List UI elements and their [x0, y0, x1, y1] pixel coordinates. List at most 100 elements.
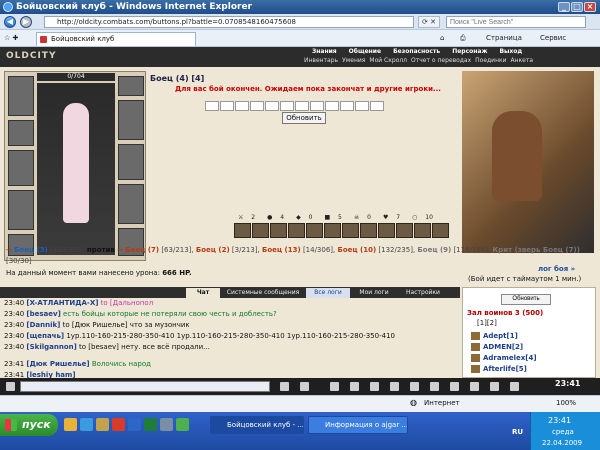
tab-all-logs[interactable]: Все логи: [306, 288, 350, 298]
right-fighter[interactable]: Крит (зверь Боец (7)): [492, 246, 579, 254]
music-icon[interactable]: [410, 382, 419, 391]
right-fighter[interactable]: Боец (2): [196, 246, 230, 254]
weapon-slot[interactable]: [8, 150, 34, 186]
url-input[interactable]: [44, 16, 414, 28]
chat-input[interactable]: [20, 381, 270, 392]
player-name[interactable]: Adept[1]: [483, 332, 518, 340]
private-icon[interactable]: [430, 382, 439, 391]
ie-quicklaunch-icon[interactable]: [80, 418, 93, 431]
filter-icon[interactable]: [370, 382, 379, 391]
chat-nick[interactable]: [Skilgannon]: [26, 343, 76, 351]
task-info[interactable]: Информация о ajgar ...: [308, 416, 408, 434]
smile-icon[interactable]: [330, 382, 339, 391]
home-icon[interactable]: ⌂: [440, 33, 444, 44]
battle-log-link[interactable]: лог боя »: [538, 265, 575, 273]
send-icon[interactable]: [280, 382, 289, 391]
chat-nick[interactable]: [X-АТЛАНТИДА-X]: [26, 299, 98, 307]
skill-icon[interactable]: [432, 223, 449, 238]
submenu-item[interactable]: Отчет о переводах: [411, 57, 471, 64]
offhand-slot[interactable]: [118, 144, 144, 180]
player-entry[interactable]: ADMEN[2]: [471, 343, 523, 351]
skill-icon[interactable]: [360, 223, 377, 238]
chat-nick[interactable]: [besaev]: [26, 310, 60, 318]
tab-system[interactable]: Системные сообщения: [222, 288, 304, 298]
player-entry[interactable]: Adept[1]: [471, 332, 518, 340]
skill-icon[interactable]: [396, 223, 413, 238]
forward-button[interactable]: ▶: [20, 16, 32, 28]
player-name[interactable]: Afterlife[5]: [483, 365, 527, 373]
menu-item[interactable]: Персонаж: [452, 48, 487, 55]
skill-icon[interactable]: [324, 223, 341, 238]
player-entry[interactable]: Afterlife[5]: [471, 365, 527, 373]
maximize-button[interactable]: □: [571, 2, 583, 12]
right-fighter[interactable]: Боец (9): [417, 246, 451, 254]
language-indicator[interactable]: RU: [512, 428, 523, 436]
media-quicklaunch-icon[interactable]: [112, 418, 125, 431]
menu-item[interactable]: Знания: [312, 48, 337, 55]
minimize-button[interactable]: _: [558, 2, 570, 12]
refresh-button[interactable]: Обновить: [282, 112, 326, 124]
sound-icon[interactable]: [390, 382, 399, 391]
player-entry[interactable]: Adramelex[4]: [471, 354, 537, 362]
skill-icon[interactable]: [234, 223, 251, 238]
armor-slot[interactable]: [8, 190, 34, 230]
scroll-icon[interactable]: [450, 382, 459, 391]
menu-item[interactable]: Безопасность: [393, 48, 440, 55]
task-combats[interactable]: Бойцовский клуб - ...: [210, 416, 304, 434]
menu-item[interactable]: Выход: [499, 48, 522, 55]
tray-clock[interactable]: 23:41: [548, 416, 571, 425]
contacts-icon[interactable]: [470, 382, 479, 391]
update-players-button[interactable]: Обновить: [501, 294, 551, 305]
skill-icon[interactable]: [342, 223, 359, 238]
right-fighter[interactable]: Боец (10): [338, 246, 377, 254]
search-input[interactable]: [446, 16, 586, 28]
player-name[interactable]: ADMEN[2]: [483, 343, 523, 351]
submenu-item[interactable]: Мой Скролл: [369, 57, 407, 64]
refresh-stop-icon[interactable]: ⟳ ✕: [418, 16, 440, 28]
start-button[interactable]: пуск: [0, 414, 58, 436]
zoom-level[interactable]: 100%: [556, 399, 576, 407]
close-button[interactable]: ×: [584, 2, 596, 12]
friends-icon[interactable]: [490, 382, 499, 391]
right-fighter[interactable]: Боец (13): [262, 246, 301, 254]
submenu-item[interactable]: Умения: [342, 57, 365, 64]
players-pagination[interactable]: [1][2]: [477, 319, 497, 327]
tools-menu[interactable]: Сервис: [540, 33, 566, 44]
skill-icon[interactable]: [414, 223, 431, 238]
pants-slot[interactable]: [118, 184, 144, 224]
helmet-slot[interactable]: [8, 76, 34, 116]
skill-icon[interactable]: [288, 223, 305, 238]
right-fighter[interactable]: Боец (7): [125, 246, 159, 254]
ring-slots[interactable]: [118, 100, 144, 140]
menu-item[interactable]: Общение: [349, 48, 381, 55]
left-fighter[interactable]: Боец (3): [14, 246, 48, 254]
bracer-slot[interactable]: [8, 120, 34, 146]
player-name[interactable]: Adramelex[4]: [483, 354, 537, 362]
tab-active[interactable]: Бойцовский клуб: [36, 32, 196, 46]
tab-my-logs[interactable]: Мои логи: [352, 288, 396, 298]
submenu-item[interactable]: Анкета: [511, 57, 534, 64]
translit-icon[interactable]: [350, 382, 359, 391]
word-quicklaunch-icon[interactable]: [128, 418, 141, 431]
explorer-quicklaunch-icon[interactable]: [64, 418, 77, 431]
desktop-quicklaunch-icon[interactable]: [160, 418, 173, 431]
favorites-star-icon[interactable]: ☆ ✚: [4, 33, 18, 44]
submenu-item[interactable]: Инвентарь: [304, 57, 338, 64]
page-menu[interactable]: Страница: [486, 33, 522, 44]
print-icon[interactable]: ⎙: [460, 33, 466, 44]
exit-icon[interactable]: [510, 382, 519, 391]
chat-nick[interactable]: [щепачь]: [26, 332, 64, 340]
skill-icon[interactable]: [270, 223, 287, 238]
chat-mode-icon[interactable]: [6, 382, 15, 391]
folder-quicklaunch-icon[interactable]: [96, 418, 109, 431]
excel-quicklaunch-icon[interactable]: [144, 418, 157, 431]
tab-settings[interactable]: Настройки: [398, 288, 448, 298]
submenu-item[interactable]: Поединки: [475, 57, 506, 64]
back-button[interactable]: ◀: [4, 16, 16, 28]
clear-icon[interactable]: [300, 382, 309, 391]
chat-nick[interactable]: [leshiy ham]: [26, 371, 75, 378]
amulet-slot[interactable]: [118, 76, 144, 96]
tab-chat[interactable]: Чат: [186, 288, 220, 298]
chat-nick[interactable]: [Дюк Ришелье]: [26, 360, 89, 368]
skill-icon[interactable]: [378, 223, 395, 238]
